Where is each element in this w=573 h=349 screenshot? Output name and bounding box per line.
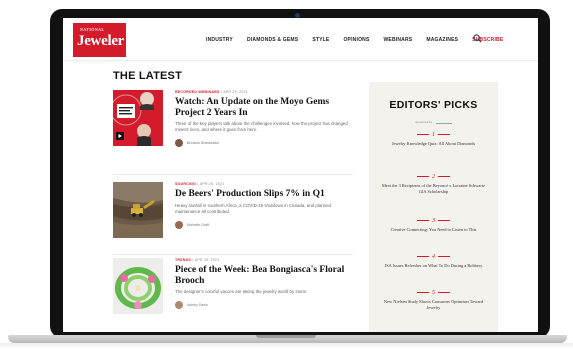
article-thumbnail[interactable]: [113, 182, 163, 238]
webinar-thumbnail-image: [113, 90, 163, 146]
main-nav: INDUSTRY DIAMONDS & GEMS STYLE OPINIONS …: [206, 37, 517, 43]
sponsor-label: sponsored by: [415, 120, 432, 124]
editors-pick-item[interactable]: 1 Jewelry Knowledge Quiz: All About Diam…: [369, 132, 498, 147]
nav-diamonds-gems[interactable]: DIAMONDS & GEMS: [247, 37, 298, 43]
article-body: RECORDED WEBINARS • APR 29, 2021 Watch: …: [175, 90, 353, 147]
article-title[interactable]: De Beers' Production Slips 7% in Q1: [175, 189, 353, 200]
article-category[interactable]: RECORDED WEBINARS: [175, 90, 220, 94]
sponsor-logo[interactable]: [435, 120, 452, 125]
article-title[interactable]: Piece of the Week: Bea Bongiasca's Flora…: [175, 265, 353, 286]
article-meta: TRENDS • APR 29, 2021: [175, 258, 353, 262]
logo-main-text: Jeweler: [77, 33, 125, 49]
pick-number: 5: [417, 290, 450, 296]
nav-style[interactable]: STYLE: [312, 37, 329, 43]
pick-title[interactable]: JSA Issues Refresher on What To Do Durin…: [382, 263, 486, 269]
article-meta: RECORDED WEBINARS • APR 29, 2021: [175, 90, 353, 94]
editors-pick-item[interactable]: 5 New Nielsen Study Shows Consumer Optim…: [369, 290, 498, 310]
brooch-thumbnail-image: [113, 258, 163, 314]
author-name: Brecken Branstrator: [187, 141, 219, 145]
article-author[interactable]: Ashley Davis: [175, 301, 353, 309]
nav-webinars[interactable]: WEBINARS: [384, 37, 413, 43]
article-meta: SOURCING • APR 29, 2021: [175, 182, 353, 186]
article-divider: [113, 254, 353, 255]
article-thumbnail[interactable]: [113, 90, 163, 146]
site-header: NATIONAL Jeweler INDUSTRY DIAMONDS & GEM…: [63, 18, 538, 61]
article-thumbnail[interactable]: [113, 258, 163, 314]
nav-opinions[interactable]: OPINIONS: [343, 37, 369, 43]
author-avatar: [175, 139, 183, 147]
article-divider: [113, 174, 353, 175]
sidebar-title: EDITORS' PICKS: [389, 99, 478, 111]
author-avatar: [175, 220, 183, 229]
pick-number: 2: [417, 174, 450, 180]
article-category[interactable]: SOURCING: [175, 182, 196, 186]
pick-title[interactable]: Meet the 3 Recipients of the Beyoncé x L…: [382, 183, 486, 194]
article-excerpt: Three of the key players talk about the …: [175, 121, 348, 132]
pick-number: 1: [417, 132, 450, 138]
mine-thumbnail-image: [113, 182, 163, 238]
pick-title[interactable]: Creative Connecting: You Need to Listen …: [382, 227, 486, 233]
pick-number: 3: [417, 218, 450, 224]
laptop-notch: [256, 335, 316, 338]
nav-industry[interactable]: INDUSTRY: [206, 37, 233, 43]
author-name: Ashley Davis: [187, 303, 208, 307]
editors-pick-item[interactable]: 3 Creative Connecting: You Need to Liste…: [369, 218, 498, 233]
site-logo[interactable]: NATIONAL Jeweler: [73, 23, 126, 57]
article-date: APR 29, 2021: [199, 182, 225, 186]
pick-title[interactable]: New Nielsen Study Shows Consumer Optimis…: [382, 299, 486, 310]
article-title[interactable]: Watch: An Update on the Moyo Gems Projec…: [175, 97, 353, 118]
article-author[interactable]: Michelle Graff: [175, 220, 353, 229]
editors-pick-item[interactable]: 4 JSA Issues Refresher on What To Do Dur…: [369, 254, 498, 269]
article-date: APR 29, 2021: [223, 90, 248, 94]
laptop-shadow: [0, 343, 573, 349]
author-avatar: [175, 301, 183, 309]
nav-magazines[interactable]: MAGAZINES: [426, 37, 458, 43]
article-author[interactable]: Brecken Branstrator: [175, 139, 353, 147]
article-excerpt: Heavy rainfall in southern Africa, a COV…: [175, 202, 331, 214]
article-body: TRENDS • APR 29, 2021 Piece of the Week:…: [175, 258, 353, 309]
section-title: THE LATEST: [113, 70, 183, 82]
logo-top-text: NATIONAL: [80, 27, 105, 32]
pick-number: 4: [417, 254, 450, 260]
article-card[interactable]: TRENDS • APR 29, 2021 Piece of the Week:…: [113, 258, 353, 324]
sponsor-line: sponsored by: [369, 120, 498, 125]
article-card[interactable]: SOURCING • APR 29, 2021 De Beers' Produc…: [113, 182, 353, 242]
article-body: SOURCING • APR 29, 2021 De Beers' Produc…: [175, 182, 353, 229]
editors-pick-item[interactable]: 2 Meet the 3 Recipients of the Beyoncé x…: [369, 174, 498, 194]
pick-title[interactable]: Jewelry Knowledge Quiz: All About Diamon…: [382, 141, 486, 147]
browser-screen: NATIONAL Jeweler INDUSTRY DIAMONDS & GEM…: [63, 18, 538, 332]
author-name: Michelle Graff: [187, 222, 210, 227]
article-category[interactable]: TRENDS: [175, 258, 191, 262]
article-excerpt: The designer's colorful vacces are takin…: [175, 289, 308, 294]
article-date: APR 29, 2021: [194, 258, 220, 262]
article-card[interactable]: RECORDED WEBINARS • APR 29, 2021 Watch: …: [113, 90, 353, 160]
search-icon[interactable]: [473, 34, 482, 43]
editors-picks-sidebar: EDITORS' PICKS sponsored by 1 Jewelry Kn…: [369, 82, 498, 332]
